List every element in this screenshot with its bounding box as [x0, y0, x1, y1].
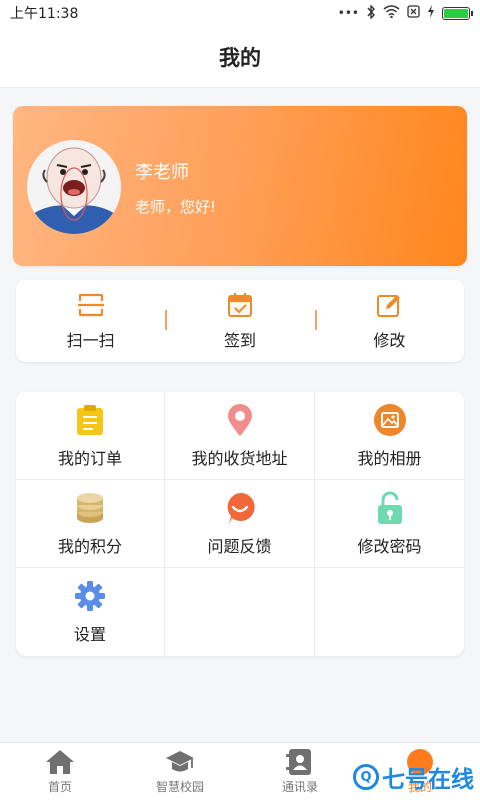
- settings-item[interactable]: 设置: [16, 568, 165, 656]
- scan-label: 扫一扫: [66, 331, 115, 350]
- nav-bar: 我的: [0, 26, 480, 88]
- checkin-button[interactable]: 签到: [165, 280, 314, 362]
- page-title: 我的: [219, 45, 261, 70]
- my-points-label: 我的积分: [57, 536, 122, 556]
- no-sim-icon: [407, 5, 420, 21]
- menu-grid: 我的订单 我的收货地址 我的相册 我的积分 问题反馈 修改密码 设置: [16, 392, 464, 656]
- feedback-label: 问题反馈: [207, 536, 272, 556]
- gear-icon: [73, 579, 107, 613]
- edit-icon: [375, 291, 403, 319]
- charging-icon: [427, 5, 435, 21]
- calendar-check-icon: [226, 291, 254, 319]
- edit-button[interactable]: 修改: [314, 280, 464, 362]
- empty-grid-cell: [165, 568, 315, 656]
- tab-smart-campus-label: 智慧校园: [155, 780, 204, 794]
- profile-greeting: 老师，您好!: [135, 198, 217, 216]
- profile-card[interactable]: 李老师 老师，您好!: [13, 106, 467, 266]
- order-clipboard-icon: [73, 403, 107, 437]
- unlock-icon: [373, 491, 407, 525]
- album-icon: [373, 403, 407, 437]
- feedback-bubble-icon: [223, 491, 257, 525]
- my-address-item[interactable]: 我的收货地址: [165, 392, 315, 480]
- my-album-label: 我的相册: [357, 448, 422, 468]
- feedback-item[interactable]: 问题反馈: [165, 480, 315, 568]
- avatar[interactable]: [27, 140, 121, 234]
- scan-button[interactable]: 扫一扫: [16, 280, 165, 362]
- watermark-q-icon: Q: [353, 764, 379, 790]
- tab-home-label: 首页: [47, 780, 72, 794]
- my-orders-label: 我的订单: [57, 448, 122, 468]
- watermark-text: 七号在线: [382, 767, 474, 793]
- tab-contacts-label: 通讯录: [281, 780, 318, 794]
- profile-name: 李老师: [135, 162, 189, 183]
- my-points-item[interactable]: 我的积分: [16, 480, 165, 568]
- status-icons: •••: [337, 3, 473, 22]
- tab-contacts[interactable]: 通讯录: [240, 743, 360, 800]
- my-orders-item[interactable]: 我的订单: [16, 392, 165, 480]
- scan-icon: [77, 291, 105, 319]
- status-bar: 上午11:38 •••: [0, 0, 480, 26]
- bluetooth-icon: [366, 3, 376, 22]
- wifi-icon: [383, 5, 400, 21]
- edit-label: 修改: [373, 331, 406, 350]
- my-album-item[interactable]: 我的相册: [315, 392, 464, 480]
- checkin-label: 签到: [223, 331, 256, 350]
- more-dots-icon: •••: [337, 6, 359, 20]
- battery-icon: [442, 6, 473, 20]
- quick-actions: 扫一扫 签到 修改: [16, 280, 464, 362]
- battery-level: [444, 8, 468, 18]
- change-password-item[interactable]: 修改密码: [315, 480, 464, 568]
- settings-label: 设置: [73, 625, 106, 644]
- tab-smart-campus[interactable]: 智慧校园: [120, 743, 240, 800]
- graduation-cap-icon: [165, 748, 195, 776]
- tab-home[interactable]: 首页: [0, 743, 120, 800]
- my-address-label: 我的收货地址: [191, 448, 288, 468]
- empty-grid-cell: [315, 568, 464, 656]
- watermark-logo: Q 七号在线: [353, 760, 474, 794]
- status-time: 上午11:38: [10, 6, 79, 22]
- coins-stack-icon: [73, 491, 107, 525]
- change-password-label: 修改密码: [357, 536, 422, 556]
- home-icon: [45, 748, 75, 776]
- location-pin-icon: [223, 403, 257, 437]
- contacts-icon: [285, 748, 315, 776]
